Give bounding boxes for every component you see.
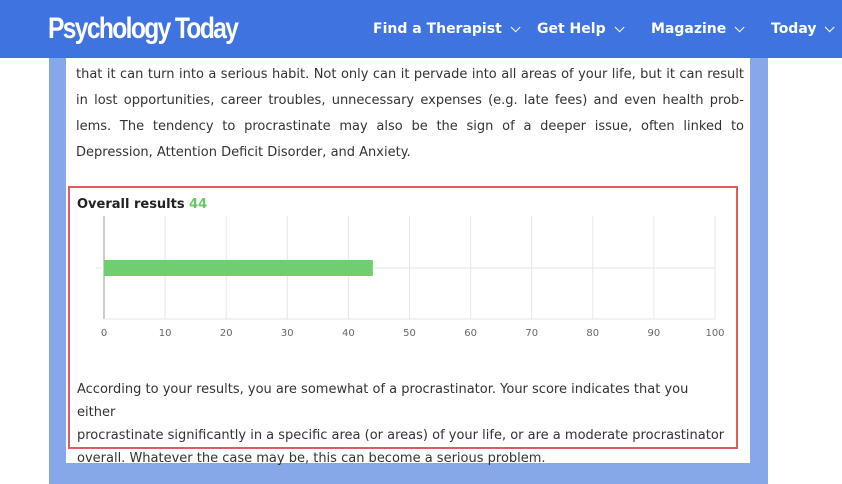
nav-label: Get Help: [537, 21, 606, 37]
paragraph-line: in lost opportunities, career troubles, …: [76, 93, 744, 108]
x-tick-label: 10: [159, 328, 172, 339]
x-tick-label: 80: [586, 328, 599, 339]
x-tick-label: 20: [220, 328, 233, 339]
nav-label: Find a Therapist: [373, 21, 502, 37]
x-tick-label: 70: [525, 328, 538, 339]
x-tick-label: 50: [403, 328, 416, 339]
nav-today[interactable]: Today: [771, 0, 836, 58]
chevron-down-icon: [510, 21, 521, 32]
results-description: According to your results, you are somew…: [77, 378, 727, 470]
description-line: procrastinate significantly in a specifi…: [77, 428, 725, 443]
paragraph-line: that it can turn into a serious habit. N…: [76, 67, 744, 82]
nav-magazine[interactable]: Magazine: [651, 0, 745, 58]
nav-label: Magazine: [651, 21, 727, 37]
article-paragraph: that it can turn into a serious habit. N…: [76, 62, 744, 166]
x-tick-label: 40: [342, 328, 355, 339]
nav-find-a-therapist[interactable]: Find a Therapist: [373, 0, 521, 58]
x-tick-label: 60: [464, 328, 477, 339]
nav-get-help[interactable]: Get Help: [537, 0, 625, 58]
description-line: According to your results, you are somew…: [77, 382, 689, 420]
nav-label: Today: [771, 21, 817, 37]
overall-results-box: Overall results 44 0 10 20 30 40 50 60 70 80 90 10…: [68, 186, 738, 466]
site-header: Psychology Today Find a Therapist Get He…: [0, 0, 842, 58]
results-chart: 0 10 20 30 40 50 60 70 80 90 100: [96, 216, 725, 339]
chevron-down-icon: [825, 21, 836, 32]
description-line: overall. Whatever the case may be, this …: [77, 451, 546, 466]
x-tick-label: 100: [705, 328, 724, 339]
score-bar: [104, 260, 373, 276]
paragraph-line: lems. The tendency to procrastinate may …: [76, 119, 744, 134]
x-tick-label: 90: [648, 328, 661, 339]
paragraph-line: Depression, Attention Deficit Disorder, …: [76, 145, 411, 160]
x-tick-label: 30: [281, 328, 294, 339]
site-logo[interactable]: Psychology Today: [48, 12, 239, 46]
x-tick-label: 0: [101, 328, 107, 339]
chevron-down-icon: [614, 21, 625, 32]
chevron-down-icon: [734, 21, 745, 32]
